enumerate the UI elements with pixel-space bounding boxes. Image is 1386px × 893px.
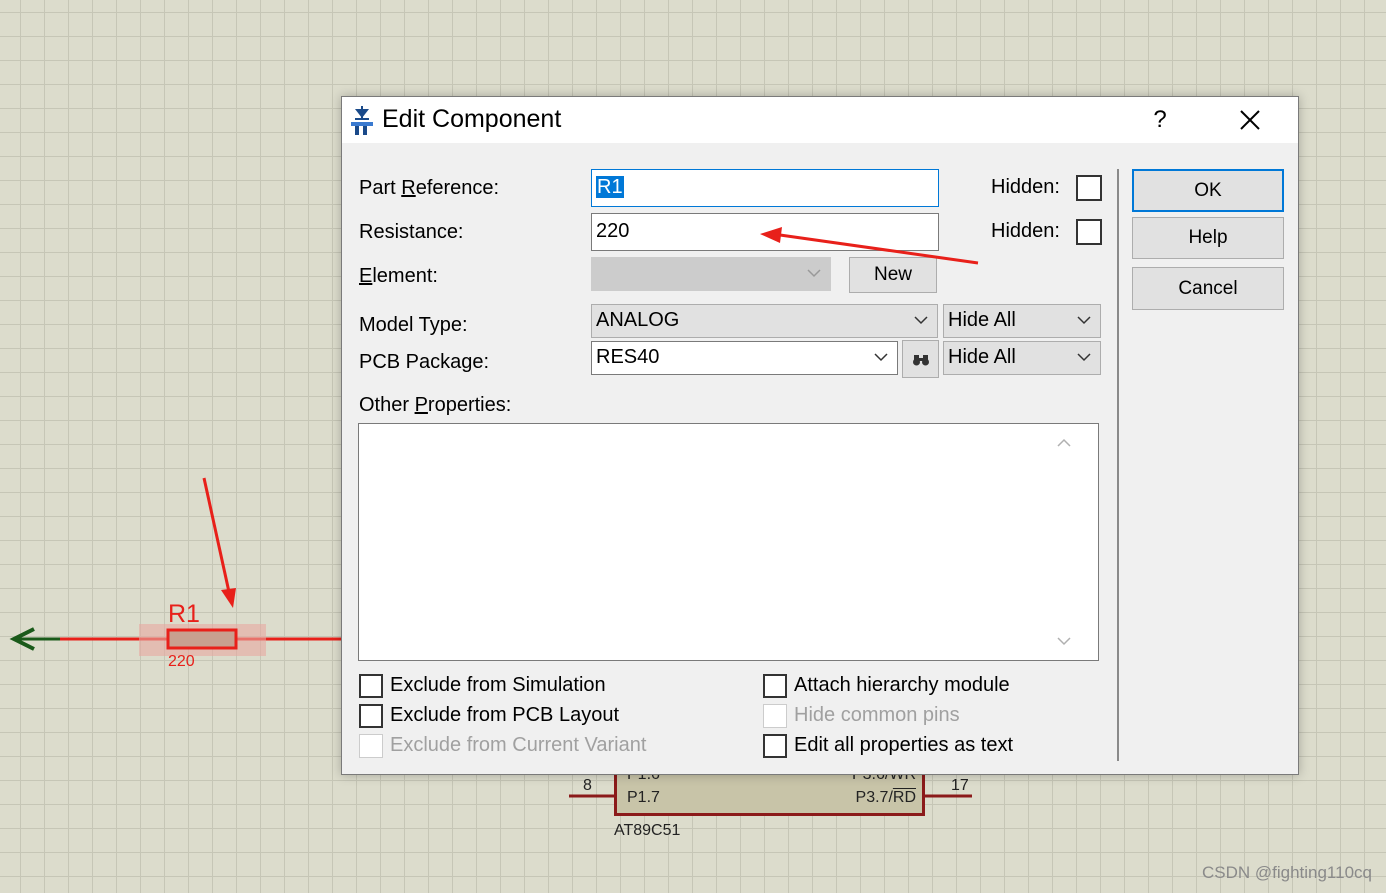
help-title-button[interactable]: ?: [1140, 103, 1180, 137]
model-type-select[interactable]: ANALOG: [591, 304, 938, 338]
pcb-package-select[interactable]: RES40: [591, 341, 898, 375]
chip-name-label: AT89C51: [614, 822, 681, 839]
part-reference-input[interactable]: R1: [591, 169, 939, 207]
exclude-variant-checkbox[interactable]: [359, 734, 383, 758]
chip-pin-left-name: P1.7: [627, 789, 660, 806]
part-reference-hidden-label: Hidden:: [991, 176, 1060, 198]
watermark: CSDN @fighting110cq: [1201, 863, 1372, 882]
scroll-down-icon[interactable]: [1056, 635, 1072, 647]
model-type-visibility-select[interactable]: Hide All: [943, 304, 1101, 338]
exclude-pcb-label[interactable]: Exclude from PCB Layout: [390, 704, 619, 727]
chevron-down-icon: [874, 353, 888, 362]
hide-common-pins-label[interactable]: Hide common pins: [794, 704, 960, 727]
component-icon: [351, 106, 373, 135]
model-type-label: Model Type:: [359, 314, 468, 336]
part-reference-label: Part Reference:: [359, 177, 500, 199]
element-select[interactable]: [591, 257, 831, 291]
attach-hierarchy-checkbox[interactable]: [763, 674, 787, 698]
exclude-variant-label[interactable]: Exclude from Current Variant: [390, 734, 646, 757]
chip-pin-number-left: 8: [583, 777, 592, 794]
chip-pin-number-right: 17: [951, 777, 969, 794]
part-reference-hidden-checkbox[interactable]: [1076, 175, 1102, 201]
resistance-hidden-label: Hidden:: [991, 220, 1060, 242]
resistance-hidden-checkbox[interactable]: [1076, 219, 1102, 245]
part-reference-value: R1: [596, 176, 624, 198]
dialog-title: Edit Component: [382, 105, 562, 133]
scroll-up-icon[interactable]: [1056, 437, 1072, 449]
chip-pin-right-name: P3.7/RD: [855, 789, 916, 806]
edit-component-dialog: Edit Component ? Part Reference: R1 Hidd…: [341, 96, 1299, 775]
chevron-down-icon: [1077, 353, 1091, 362]
chevron-down-icon: [807, 269, 821, 278]
chevron-down-icon: [1077, 316, 1091, 325]
ok-button[interactable]: OK: [1132, 169, 1284, 212]
attach-hierarchy-label[interactable]: Attach hierarchy module: [794, 674, 1010, 697]
edit-as-text-label[interactable]: Edit all properties as text: [794, 734, 1013, 757]
cancel-button[interactable]: Cancel: [1132, 267, 1284, 310]
resistor-value-label[interactable]: 220: [168, 653, 195, 671]
dialog-separator: [1117, 169, 1119, 761]
pcb-package-label: PCB Package:: [359, 351, 490, 373]
edit-as-text-checkbox[interactable]: [763, 734, 787, 758]
package-browse-button[interactable]: [902, 340, 939, 378]
close-icon: [1240, 110, 1260, 130]
chevron-down-icon: [914, 316, 928, 325]
resistor-reference-label[interactable]: R1: [168, 600, 200, 629]
annotation-arrow-resistor: [202, 477, 236, 608]
element-label: Element:: [359, 265, 438, 287]
dialog-titlebar[interactable]: Edit Component ?: [342, 97, 1298, 143]
terminal-arrow-icon[interactable]: [9, 627, 60, 651]
exclude-pcb-checkbox[interactable]: [359, 704, 383, 728]
resistance-label: Resistance:: [359, 221, 464, 243]
other-properties-textarea[interactable]: [358, 423, 1099, 661]
close-button[interactable]: [1227, 103, 1273, 137]
other-properties-label: Other Properties:: [359, 394, 512, 416]
pcb-package-visibility-select[interactable]: Hide All: [943, 341, 1101, 375]
help-button[interactable]: Help: [1132, 217, 1284, 259]
hide-common-pins-checkbox[interactable]: [763, 704, 787, 728]
binoculars-icon: [912, 355, 929, 366]
exclude-simulation-checkbox[interactable]: [359, 674, 383, 698]
exclude-simulation-label[interactable]: Exclude from Simulation: [390, 674, 606, 697]
new-element-button[interactable]: New: [849, 257, 937, 293]
resistance-input[interactable]: 220: [591, 213, 939, 251]
resistor-body[interactable]: [166, 628, 238, 650]
